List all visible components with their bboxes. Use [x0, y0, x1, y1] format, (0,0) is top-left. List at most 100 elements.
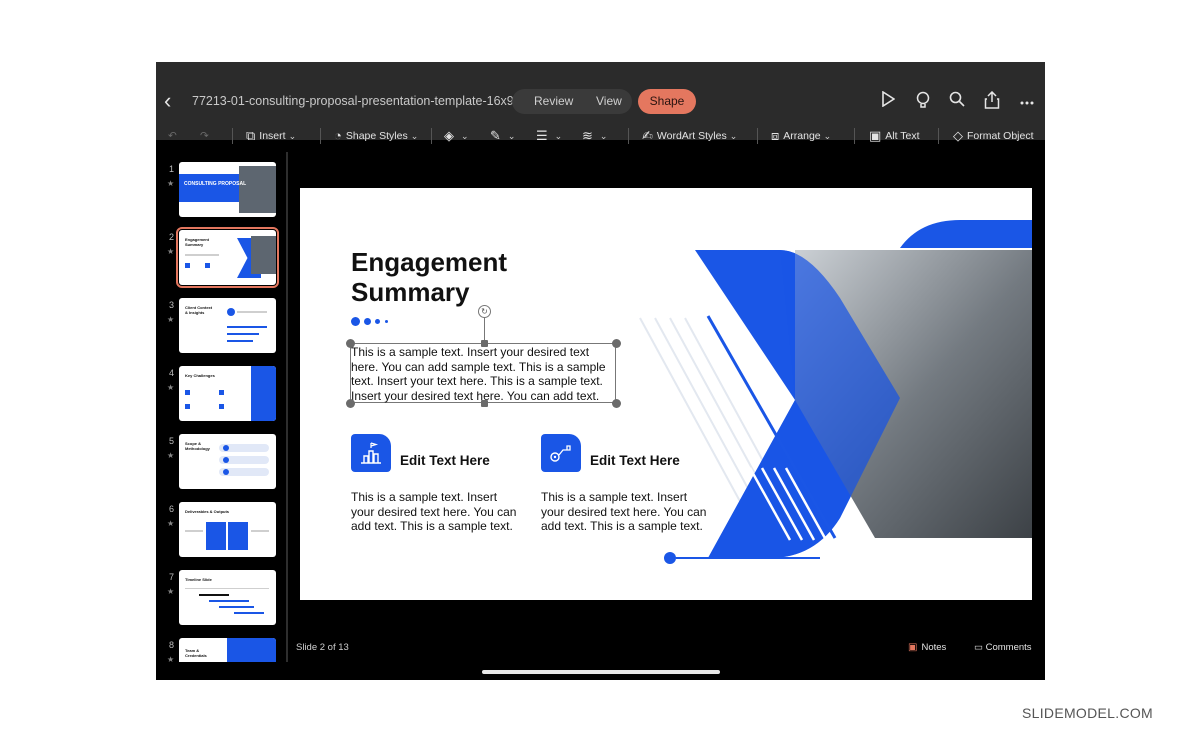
- resize-handle-bottom-left[interactable]: [346, 399, 355, 408]
- thumbnail-photo: [239, 166, 276, 213]
- resize-handle-top[interactable]: [481, 340, 488, 347]
- more-icon[interactable]: [1017, 91, 1037, 111]
- rotate-handle-icon[interactable]: ↻: [478, 305, 491, 318]
- divider: [431, 128, 432, 144]
- line-weight-button[interactable]: ☰ ⌄: [536, 120, 562, 152]
- slide-thumbnail-panel[interactable]: 1 ★ CONSULTING PROPOSAL 2 ★ Engagement S…: [156, 152, 286, 662]
- share-icon[interactable]: [982, 90, 1002, 111]
- rotation-line: [484, 316, 485, 343]
- search-icon[interactable]: [947, 91, 967, 111]
- slide-canvas: Engagement Summary ↻ This is a sample te…: [288, 152, 1045, 662]
- thumbnail-number: 1: [169, 164, 175, 174]
- star-icon: ★: [167, 451, 175, 460]
- wordart-styles-button[interactable]: ✍ WordArt Styles ⌄: [642, 120, 737, 152]
- lightbulb-icon[interactable]: [913, 91, 933, 111]
- notes-button[interactable]: ▣ Notes: [908, 642, 946, 653]
- divider: [938, 128, 939, 144]
- selected-text-box[interactable]: This is a sample text. Insert your desir…: [351, 345, 617, 403]
- arrange-label: Arrange: [783, 130, 821, 142]
- comments-label: Comments: [985, 642, 1032, 653]
- thumbnail-number: 5: [169, 436, 175, 446]
- thumbnail-title: Key Challenges: [185, 373, 215, 378]
- wordart-icon: ✍: [642, 128, 653, 143]
- chevron-down-icon: ⌄: [507, 131, 516, 141]
- shape-styles-button[interactable]: ◔ Shape Styles ⌄: [334, 120, 418, 152]
- chevron-down-icon: ⌄: [729, 131, 738, 141]
- tab-shape[interactable]: Shape: [638, 89, 696, 114]
- comments-button[interactable]: ▭ Comments: [974, 642, 1032, 653]
- route-icon: [541, 434, 581, 472]
- undo-icon[interactable]: ↶: [168, 120, 177, 152]
- line-style-button[interactable]: ≋ ⌄: [582, 120, 607, 152]
- pen-icon: ✎: [490, 128, 501, 143]
- slide-thumbnail-7[interactable]: Timeline Slide: [179, 570, 276, 625]
- resize-handle-bottom[interactable]: [481, 400, 488, 407]
- tab-review[interactable]: Review: [534, 89, 573, 114]
- star-icon: ★: [167, 519, 175, 528]
- home-indicator[interactable]: [482, 670, 720, 674]
- thumbnail-bar: [209, 600, 249, 602]
- play-icon[interactable]: [878, 90, 898, 111]
- insert-label: Insert: [259, 130, 286, 142]
- chevron-down-icon: ⌄: [461, 131, 469, 141]
- tab-view[interactable]: View: [596, 89, 622, 114]
- star-icon: ★: [167, 655, 175, 662]
- back-chevron-icon[interactable]: ‹: [164, 90, 182, 112]
- thumbnail-title: Timeline Slide: [185, 577, 212, 582]
- thumbnail-icon: [227, 308, 235, 316]
- slide-thumbnail-6[interactable]: Deliverables & Outputs: [179, 502, 276, 557]
- thumbnail-icon: [219, 390, 224, 395]
- resize-handle-bottom-right[interactable]: [612, 399, 621, 408]
- slide-thumbnail-3[interactable]: Client Context & Insights: [179, 298, 276, 353]
- thumbnail-number: 6: [169, 504, 175, 514]
- divider: [232, 128, 233, 144]
- feature-body[interactable]: This is a sample text. Insert your desir…: [541, 490, 711, 534]
- status-bar: Slide 2 of 13 ▣ Notes ▭ Comments: [156, 642, 1045, 680]
- ribbon-toolbar: ↶ ↷ ⧉ Insert ⌄ ◔ Shape Styles ⌄ ◈ ⌄ ✎ ⌄ ☰ ⌄ ≋ ⌄ …: [156, 120, 1045, 152]
- thumbnail-title: Scope & Methodology: [185, 441, 210, 451]
- feature-heading[interactable]: Edit Text Here: [400, 453, 490, 468]
- slide-2[interactable]: Engagement Summary ↻ This is a sample te…: [300, 188, 1032, 600]
- thumbnail-bar: [234, 612, 264, 614]
- resize-handle-top-left[interactable]: [346, 339, 355, 348]
- thumbnail-icon: [223, 469, 229, 475]
- alt-text-button[interactable]: ▣ Alt Text: [869, 120, 920, 152]
- thumbnail-card: [206, 522, 226, 550]
- slide-thumbnail-4[interactable]: Key Challenges: [179, 366, 276, 421]
- shape-styles-icon: ◔: [334, 128, 342, 143]
- thumbnail-banner: [251, 366, 276, 421]
- format-object-button[interactable]: ◇ Format Object: [953, 120, 1034, 152]
- thumbnail-icon: [219, 404, 224, 409]
- slide-thumbnail-1[interactable]: CONSULTING PROPOSAL: [179, 162, 276, 217]
- feature-body[interactable]: This is a sample text. Insert your desir…: [351, 490, 521, 534]
- thumbnail-number: 3: [169, 300, 175, 310]
- slide-counter: Slide 2 of 13: [296, 642, 349, 653]
- slide-thumbnail-2[interactable]: Engagement Summary: [176, 227, 279, 288]
- chevron-down-icon: ⌄: [410, 131, 419, 141]
- feature-heading[interactable]: Edit Text Here: [590, 453, 680, 468]
- thumbnail-title: Client Context & Insights: [185, 305, 213, 315]
- redo-icon[interactable]: ↷: [200, 120, 209, 152]
- arrange-button[interactable]: ⧈ Arrange ⌄: [771, 120, 831, 152]
- divider: [320, 128, 321, 144]
- dot: [385, 320, 388, 323]
- thumbnail-bar: [227, 333, 259, 335]
- insert-button[interactable]: ⧉ Insert ⌄: [246, 120, 296, 152]
- thumbnail-grid-line: [185, 588, 269, 589]
- divider: [854, 128, 855, 144]
- star-icon: ★: [167, 587, 175, 596]
- slide-thumbnail-8[interactable]: Team & Credentials: [179, 638, 276, 662]
- slide-title[interactable]: Engagement Summary: [351, 247, 591, 307]
- thumbnail-icon: [185, 390, 190, 395]
- star-icon: ★: [167, 315, 175, 324]
- thumbnail-icon: [205, 263, 210, 268]
- fill-color-button[interactable]: ◈ ⌄: [444, 120, 469, 152]
- document-title: 77213-01-consulting-proposal-presentatio…: [192, 94, 514, 108]
- podium-icon: [351, 434, 391, 472]
- thumbnail-text-line: [185, 530, 203, 532]
- slide-thumbnail-5[interactable]: Scope & Methodology: [179, 434, 276, 489]
- resize-handle-top-right[interactable]: [612, 339, 621, 348]
- thumbnail-title: Team & Credentials: [185, 648, 207, 658]
- line-color-button[interactable]: ✎ ⌄: [490, 120, 515, 152]
- thumbnail-bar: [227, 340, 253, 342]
